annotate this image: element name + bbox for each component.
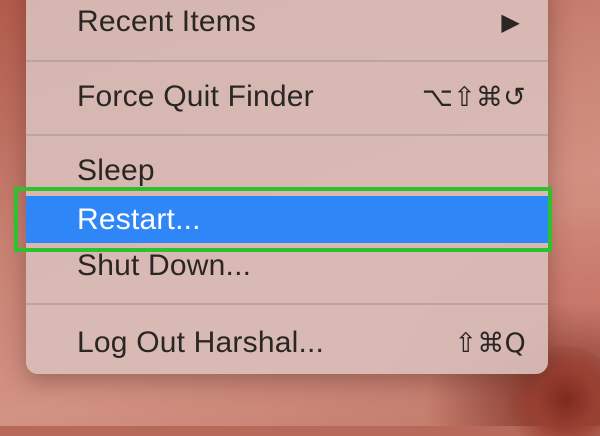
apple-menu: Recent Items ▶ Force Quit Finder ⌥⇧⌘↺ Sl… [26,0,548,374]
keyboard-shortcut: ⌥⇧⌘↺ [421,81,526,113]
menu-item-shut-down[interactable]: Shut Down... [26,241,548,291]
chevron-right-icon: ▶ [501,8,520,36]
menu-item-label: Shut Down... [77,249,252,282]
menu-separator [26,60,548,62]
menu-item-log-out[interactable]: Log Out Harshal... ⇧⌘Q [26,318,548,368]
menu-item-recent-items[interactable]: Recent Items ▶ [26,0,548,47]
menu-item-sleep[interactable]: Sleep [26,146,548,196]
menu-item-label: Restart... [77,202,201,236]
menu-item-force-quit[interactable]: Force Quit Finder ⌥⇧⌘↺ [26,72,548,122]
menu-separator [26,134,548,136]
menu-item-label: Sleep [77,154,155,187]
keyboard-shortcut: ⇧⌘Q [454,327,526,359]
menu-separator [26,303,548,305]
menu-item-restart[interactable]: Restart... [26,196,548,243]
menu-item-label: Force Quit Finder [77,80,314,113]
menu-item-label: Log Out Harshal... [77,326,325,359]
menu-item-label: Recent Items [77,5,257,38]
